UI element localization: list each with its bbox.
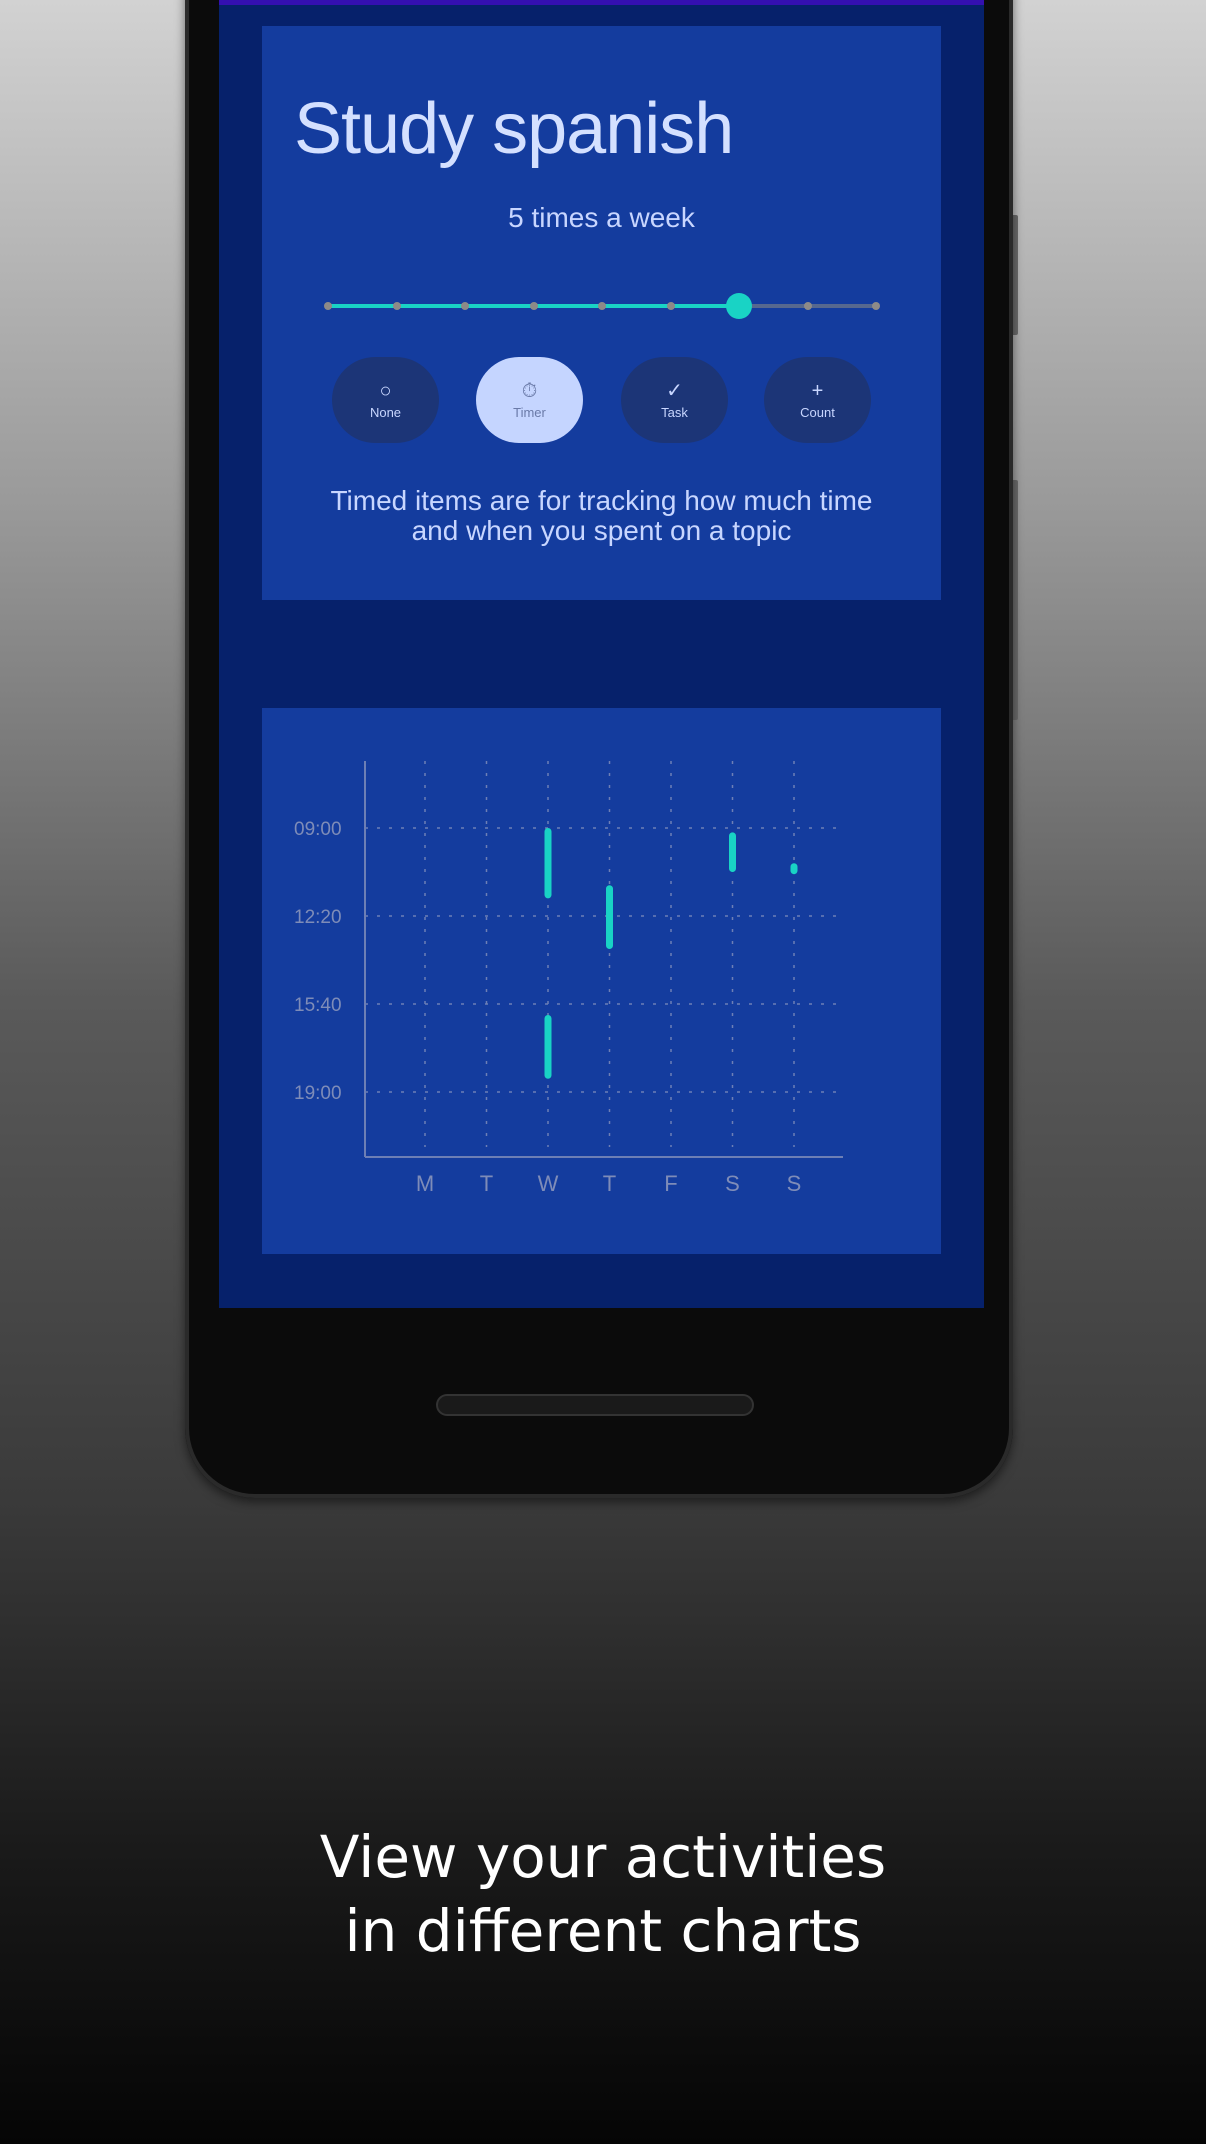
type-button-label: None (369, 404, 402, 420)
habit-editor-card: Study spanish 5 times a week ○ None ⏱ Timer… (262, 26, 941, 600)
x-tick-label: W (538, 1171, 559, 1196)
slider-step-dot (324, 302, 332, 310)
type-button-task[interactable]: ✓ Task (621, 357, 728, 443)
plus-icon: + (811, 379, 824, 402)
y-tick-label: 12:20 (294, 907, 342, 928)
x-tick-label: S (787, 1171, 802, 1196)
home-indicator (438, 1396, 752, 1414)
type-button-label: Timer (513, 404, 546, 420)
frequency-label: 5 times a week (508, 202, 695, 233)
x-tick-label: T (480, 1171, 493, 1196)
caption-line: View your activities (319, 1823, 887, 1891)
type-button-count[interactable]: + Count (764, 357, 871, 443)
x-tick-label: M (416, 1171, 434, 1196)
caption-line: in different charts (344, 1897, 862, 1965)
promo-caption: View your activities in different charts (0, 1820, 1206, 1968)
slider-step-dot (598, 302, 606, 310)
type-description: Timed items are for tracking how much ti… (262, 486, 941, 546)
check-circle-icon: ✓ (666, 379, 683, 402)
type-button-label: Task (661, 404, 688, 420)
slider-step-dot (872, 302, 880, 310)
y-tick-label: 19:00 (294, 1083, 342, 1104)
stopwatch-icon: ⏱ (521, 379, 538, 402)
slider-step-dot (461, 302, 469, 310)
timeline-chart-card: M T W T F S S 09:00 12:20 15:40 19:00 (262, 708, 941, 1254)
activity-range-bar (729, 832, 736, 872)
slider-step-dot (803, 302, 812, 310)
type-button-timer[interactable]: ⏱ Timer (476, 357, 583, 443)
frequency-slider[interactable] (324, 293, 880, 319)
description-line: and when you spent on a topic (411, 515, 792, 546)
slider-step-dot (666, 302, 675, 310)
x-tick-label: F (664, 1171, 677, 1196)
phone-screen: Study spanish 5 times a week ○ None ⏱ Timer… (219, 0, 984, 1308)
slider-step-dot (529, 302, 538, 310)
circle-icon: ○ (379, 379, 392, 402)
activity-range-bar (606, 885, 613, 949)
y-tick-label: 09:00 (294, 819, 342, 840)
activity-range-bar (544, 828, 552, 899)
x-tick-label: T (603, 1171, 616, 1196)
x-tick-label: S (725, 1171, 740, 1196)
slider-thumb[interactable] (726, 293, 752, 319)
type-button-label: Count (800, 404, 835, 420)
habit-title[interactable]: Study spanish (294, 88, 734, 170)
activity-range-bar (790, 863, 798, 875)
type-button-none[interactable]: ○ None (332, 357, 439, 443)
status-bar (219, 0, 984, 5)
timeline-chart: M T W T F S S 09:00 12:20 15:40 19:00 (294, 761, 843, 1196)
slider-step-dot (392, 302, 401, 310)
description-line: Timed items are for tracking how much ti… (330, 485, 873, 516)
y-tick-label: 15:40 (294, 995, 342, 1016)
activity-range-bar (544, 1015, 552, 1079)
